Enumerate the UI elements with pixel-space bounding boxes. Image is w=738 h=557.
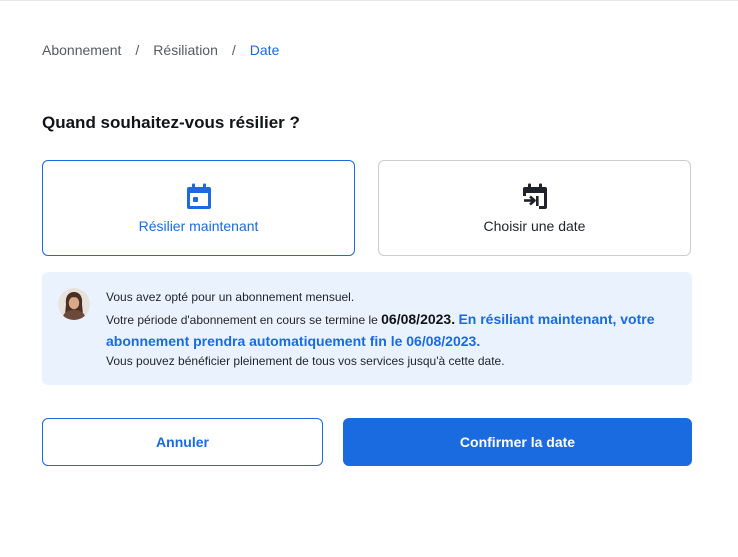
calendar-arrow-icon	[521, 182, 549, 210]
info-line-services: Vous pouvez bénéficier pleinement de tou…	[106, 354, 505, 368]
option-label: Résilier maintenant	[138, 218, 259, 234]
breadcrumb-separator: /	[231, 42, 236, 58]
info-line-plan: Vous avez opté pour un abonnement mensue…	[106, 290, 355, 304]
breadcrumb-separator: /	[135, 42, 140, 58]
info-end-date: 06/08/2023.	[381, 311, 456, 327]
advisor-avatar	[58, 288, 90, 320]
cancel-button[interactable]: Annuler	[42, 418, 323, 466]
info-text: Vous avez opté pour un abonnement mensue…	[106, 289, 668, 369]
option-resilier-maintenant[interactable]: Résilier maintenant	[42, 160, 355, 256]
confirm-date-button[interactable]: Confirmer la date	[343, 418, 692, 466]
option-choisir-une-date[interactable]: Choisir une date	[378, 160, 691, 256]
breadcrumb-item-resiliation[interactable]: Résiliation	[153, 42, 218, 58]
info-end-date-prefix: Votre période d'abonnement en cours se t…	[106, 313, 382, 327]
info-box: Vous avez opté pour un abonnement mensue…	[42, 272, 692, 385]
top-divider	[0, 0, 738, 1]
option-label: Choisir une date	[483, 218, 586, 234]
breadcrumb-item-abonnement[interactable]: Abonnement	[42, 42, 121, 58]
calendar-icon	[185, 182, 213, 210]
page-title: Quand souhaitez-vous résilier ?	[42, 113, 300, 132]
breadcrumb: Abonnement / Résiliation / Date	[42, 42, 279, 58]
info-line-end-date: Votre période d'abonnement en cours se t…	[106, 309, 668, 353]
breadcrumb-item-date: Date	[249, 42, 280, 58]
